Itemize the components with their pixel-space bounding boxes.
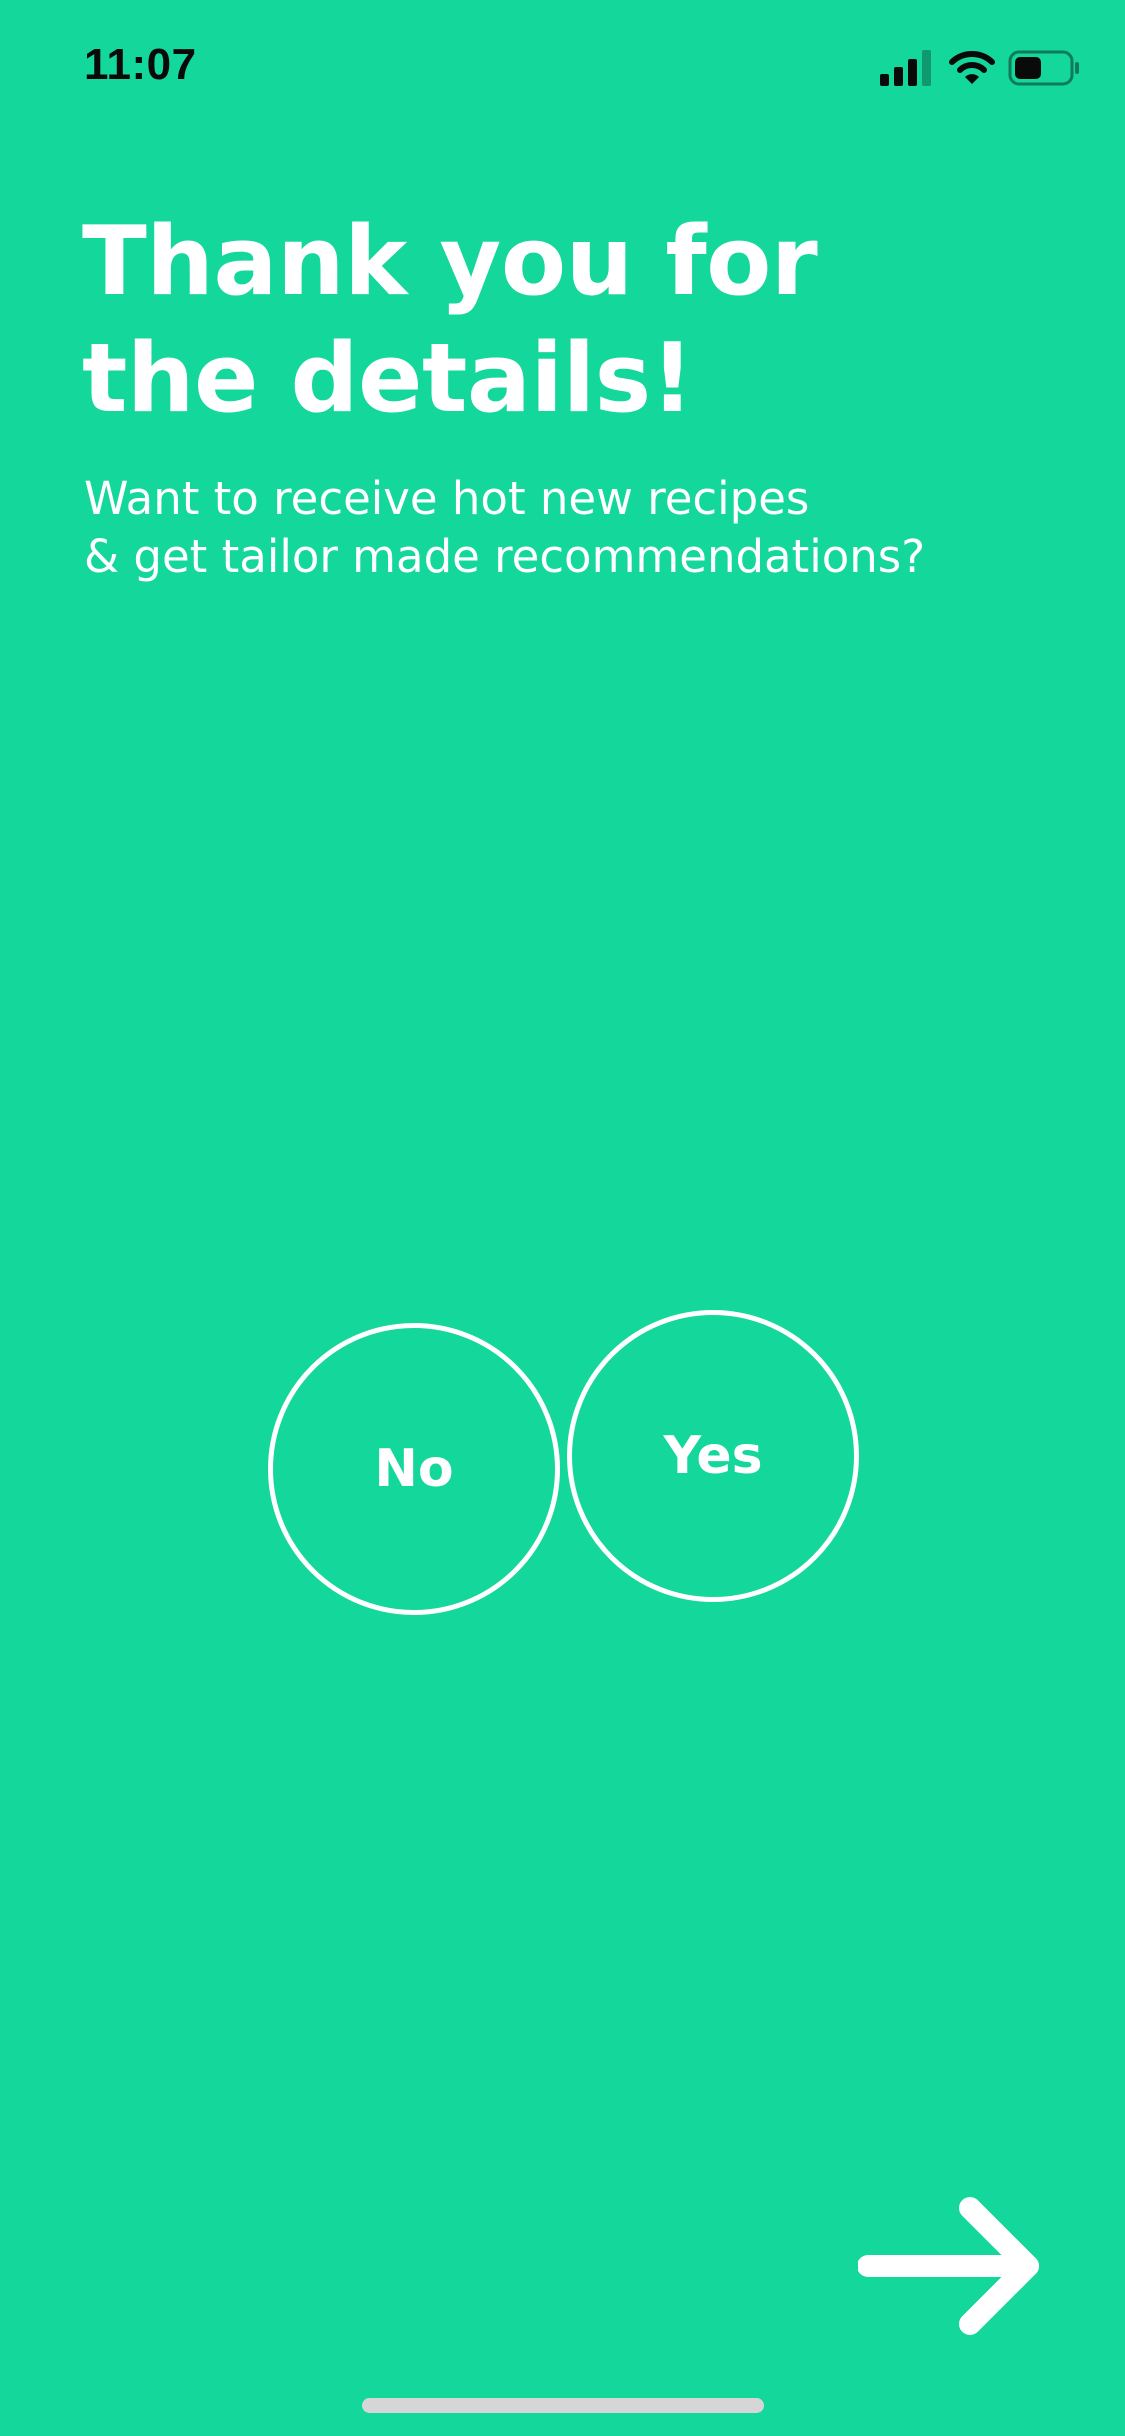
yes-button-label: Yes bbox=[663, 1426, 763, 1486]
page-subtitle: Want to receive hot new recipes & get ta… bbox=[84, 470, 1084, 586]
page-title-line-1: Thank you for bbox=[82, 207, 818, 317]
page-subtitle-line-1: Want to receive hot new recipes bbox=[84, 472, 810, 525]
status-bar: 11:07 bbox=[0, 0, 1125, 132]
signal-icon bbox=[880, 50, 931, 86]
yes-button[interactable]: Yes bbox=[567, 1310, 859, 1602]
page-title: Thank you for the details! bbox=[82, 204, 1042, 438]
arrow-right-icon bbox=[857, 2197, 1039, 2335]
page-title-line-2: the details! bbox=[82, 324, 694, 434]
wifi-icon bbox=[949, 51, 995, 84]
status-time: 11:07 bbox=[84, 40, 197, 89]
next-button[interactable] bbox=[857, 2196, 1048, 2336]
no-button-label: No bbox=[374, 1439, 454, 1499]
battery-icon bbox=[1008, 50, 1079, 86]
home-indicator[interactable] bbox=[362, 2398, 764, 2413]
page-subtitle-line-2: & get tailor made recommendations? bbox=[84, 530, 926, 583]
no-button[interactable]: No bbox=[268, 1323, 560, 1615]
